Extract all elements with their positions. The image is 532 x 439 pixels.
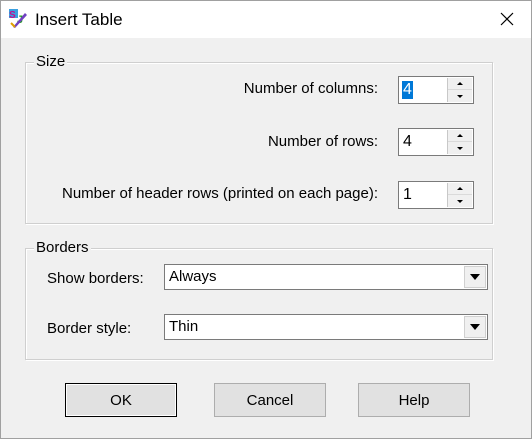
rows-label: Number of rows: xyxy=(267,133,378,150)
svg-text:S: S xyxy=(9,10,16,21)
header-rows-spinner[interactable]: 1 xyxy=(398,181,474,209)
border-style-select[interactable]: Thin xyxy=(164,314,488,340)
app-icon: S J xyxy=(7,7,29,29)
close-icon xyxy=(500,12,514,26)
chevron-down-icon xyxy=(470,274,480,280)
show-borders-label: Show borders: xyxy=(47,270,144,287)
rows-spinner[interactable]: 4 xyxy=(398,128,474,156)
rows-spin-down-button[interactable] xyxy=(448,142,472,154)
columns-spinner[interactable]: 4 xyxy=(398,76,474,104)
cancel-button[interactable]: Cancel xyxy=(214,383,326,417)
header-rows-value[interactable]: 1 xyxy=(402,186,413,204)
ok-button[interactable]: OK xyxy=(65,383,177,417)
show-borders-select[interactable]: Always xyxy=(164,264,488,290)
rows-spin-up-button[interactable] xyxy=(448,130,472,142)
spin-up-arrow-icon xyxy=(457,134,463,137)
spin-down-arrow-icon xyxy=(457,199,463,203)
header-rows-spin-up-button[interactable] xyxy=(448,183,472,195)
borders-group-label: Borders xyxy=(34,239,91,256)
border-style-label: Border style: xyxy=(47,320,132,337)
chevron-down-icon xyxy=(470,324,480,330)
insert-table-dialog: S J Insert Table Size Number of columns:… xyxy=(0,0,532,439)
title-bar: S J Insert Table xyxy=(1,1,531,38)
dialog-title: Insert Table xyxy=(35,10,123,29)
header-rows-spin-down-button[interactable] xyxy=(448,195,472,207)
show-borders-value: Always xyxy=(169,268,217,285)
help-button[interactable]: Help xyxy=(358,383,470,417)
spin-up-arrow-icon xyxy=(457,187,463,190)
spin-down-arrow-icon xyxy=(457,146,463,150)
spin-down-arrow-icon xyxy=(457,94,463,98)
columns-spin-down-button[interactable] xyxy=(448,90,472,102)
size-group-label: Size xyxy=(34,53,68,70)
show-borders-dropdown-button[interactable] xyxy=(464,266,486,288)
columns-value[interactable]: 4 xyxy=(402,81,413,99)
border-style-dropdown-button[interactable] xyxy=(464,316,486,338)
header-rows-label: Number of header rows (printed on each p… xyxy=(61,185,378,202)
close-button[interactable] xyxy=(495,7,519,31)
border-style-value: Thin xyxy=(169,318,199,335)
columns-spin-up-button[interactable] xyxy=(448,78,472,90)
spin-up-arrow-icon xyxy=(457,82,463,85)
rows-value[interactable]: 4 xyxy=(402,133,413,151)
columns-label: Number of columns: xyxy=(243,80,378,97)
